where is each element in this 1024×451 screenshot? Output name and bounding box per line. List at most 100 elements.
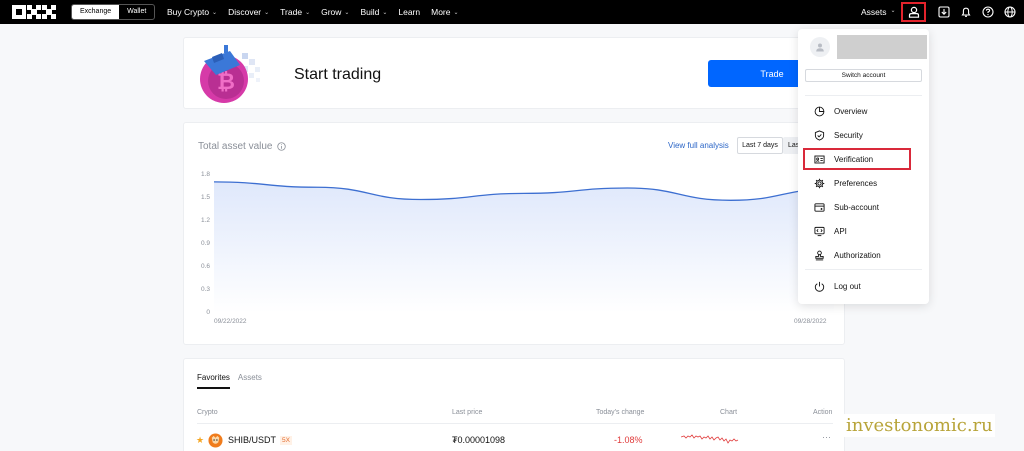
y-tick-label: 1.2: [200, 217, 210, 224]
user-silhouette-icon: [816, 43, 824, 52]
star-icon[interactable]: ★: [196, 435, 204, 446]
y-tick-label: 0.3: [200, 286, 210, 293]
sub-account-icon: [813, 201, 825, 213]
col-todays-change: Today's change: [596, 409, 645, 416]
top-navbar: Exchange Wallet Buy Crypto ⌄ Discover ⌄ Tr…: [0, 0, 1024, 24]
account-dropdown: Switch account Overview Security Verific…: [798, 29, 929, 304]
shib-coin-icon: [208, 433, 223, 448]
exchange-wallet-switch: Exchange Wallet: [71, 4, 156, 20]
exchange-tab[interactable]: Exchange: [72, 5, 120, 19]
leverage-badge: 5X: [280, 436, 292, 445]
menu-item-label: Preferences: [834, 178, 878, 188]
col-crypto: Crypto: [197, 409, 218, 416]
menu-label: Build: [360, 7, 380, 17]
menu-item-label: Security: [834, 130, 863, 140]
y-tick-label: 1.8: [200, 171, 210, 178]
user-icon: [908, 6, 919, 18]
globe-icon[interactable]: [1002, 4, 1018, 20]
okx-logo[interactable]: [12, 5, 56, 19]
switch-account-button[interactable]: Switch account: [805, 69, 922, 82]
menu-more[interactable]: More ⌄: [431, 7, 458, 17]
avatar: [810, 37, 830, 57]
menu-label: Trade: [280, 7, 303, 17]
menu-log-out[interactable]: Log out: [805, 275, 922, 297]
x-tick-label: 09/28/2022: [794, 318, 827, 325]
todays-change: -1.08%: [614, 435, 643, 445]
view-full-analysis-link[interactable]: View full analysis: [668, 141, 729, 150]
watermark-text: investonomic.ru: [844, 414, 995, 437]
menu-item-label: API: [834, 226, 847, 236]
menu-api[interactable]: API: [805, 220, 922, 242]
download-icon[interactable]: [936, 4, 952, 20]
menu-label: Learn: [398, 7, 421, 17]
id-card-icon: [813, 153, 825, 165]
total-asset-value-card: Total asset value View full analysis Las…: [183, 122, 845, 345]
col-action: Action: [813, 409, 833, 416]
menu-security[interactable]: Security: [805, 124, 922, 146]
menu-overview[interactable]: Overview: [805, 100, 922, 122]
menu-discover[interactable]: Discover ⌄: [228, 7, 269, 17]
col-chart: Chart: [720, 409, 738, 416]
menu-label: Buy Crypto: [167, 7, 210, 17]
divider: [805, 95, 922, 96]
more-actions-button[interactable]: ···: [822, 432, 831, 442]
assets-menu[interactable]: Assets ⌄: [861, 7, 896, 17]
divider: [805, 269, 922, 270]
menu-build[interactable]: Build ⌄: [360, 7, 387, 17]
menu-preferences[interactable]: Preferences: [805, 172, 922, 194]
pie-chart-icon: [813, 105, 825, 117]
user-account-button[interactable]: [901, 2, 926, 22]
total-asset-value-heading: Total asset value: [198, 141, 286, 152]
start-trading-title: Start trading: [294, 66, 382, 83]
menu-authorization[interactable]: Authorization: [805, 244, 922, 266]
start-trading-banner: ₿ Start trading Trade: [183, 37, 845, 109]
menu-label: Discover: [228, 7, 262, 17]
info-icon[interactable]: [276, 142, 286, 151]
sparkline-chart: [681, 434, 739, 444]
menu-item-label: Overview: [834, 106, 868, 116]
menu-item-label: Log out: [834, 281, 861, 291]
power-icon: [813, 280, 825, 292]
area-fill: [214, 181, 834, 313]
menu-sub-account[interactable]: Sub-account: [805, 196, 922, 218]
menu-learn[interactable]: Learn: [398, 7, 420, 17]
svg-text:₿: ₿: [217, 70, 235, 95]
chevron-down-icon: ⌄: [305, 9, 311, 16]
gear-icon: [813, 177, 825, 189]
table-divider: [197, 423, 833, 424]
bell-icon[interactable]: [958, 4, 974, 20]
favorites-card: Favorites Assets Crypto Last price Today…: [183, 358, 845, 451]
y-tick-label: 0: [206, 309, 210, 316]
menu-item-label: Sub-account: [834, 202, 879, 212]
menu-item-label: Authorization: [834, 250, 881, 260]
last-price: ₮0.00001098: [452, 435, 506, 445]
chevron-down-icon: ⌄: [890, 8, 896, 14]
shield-icon: [813, 129, 825, 141]
y-tick-label: 0.9: [200, 240, 210, 247]
chevron-down-icon: ⌄: [453, 9, 459, 16]
api-icon: [813, 225, 825, 237]
menu-trade[interactable]: Trade ⌄: [280, 7, 310, 17]
tab-favorites[interactable]: Favorites: [197, 373, 230, 389]
y-tick-label: 0.6: [200, 263, 210, 270]
asset-area-chart: [214, 181, 834, 313]
stamp-icon: [813, 249, 825, 261]
tab-assets[interactable]: Assets: [238, 373, 262, 389]
chevron-down-icon: ⌄: [212, 9, 218, 16]
chart-title: Total asset value: [198, 141, 273, 152]
assets-label: Assets: [861, 7, 887, 17]
menu-label: Grow: [321, 7, 342, 17]
chevron-down-icon: ⌄: [382, 9, 388, 16]
x-tick-label: 09/22/2022: [214, 318, 247, 325]
help-icon[interactable]: [980, 4, 996, 20]
menu-buy-crypto[interactable]: Buy Crypto ⌄: [167, 7, 217, 17]
wallet-tab[interactable]: Wallet: [119, 5, 154, 19]
main-menu: Buy Crypto ⌄ Discover ⌄ Trade ⌄ Grow ⌄ Build…: [167, 0, 459, 24]
menu-label: More: [431, 7, 451, 17]
y-tick-label: 1.5: [200, 194, 210, 201]
chevron-down-icon: ⌄: [264, 9, 270, 16]
menu-verification[interactable]: Verification: [803, 148, 911, 170]
menu-grow[interactable]: Grow ⌄: [321, 7, 349, 17]
range-last-7-days[interactable]: Last 7 days: [737, 137, 783, 154]
menu-item-label: Verification: [834, 154, 874, 164]
